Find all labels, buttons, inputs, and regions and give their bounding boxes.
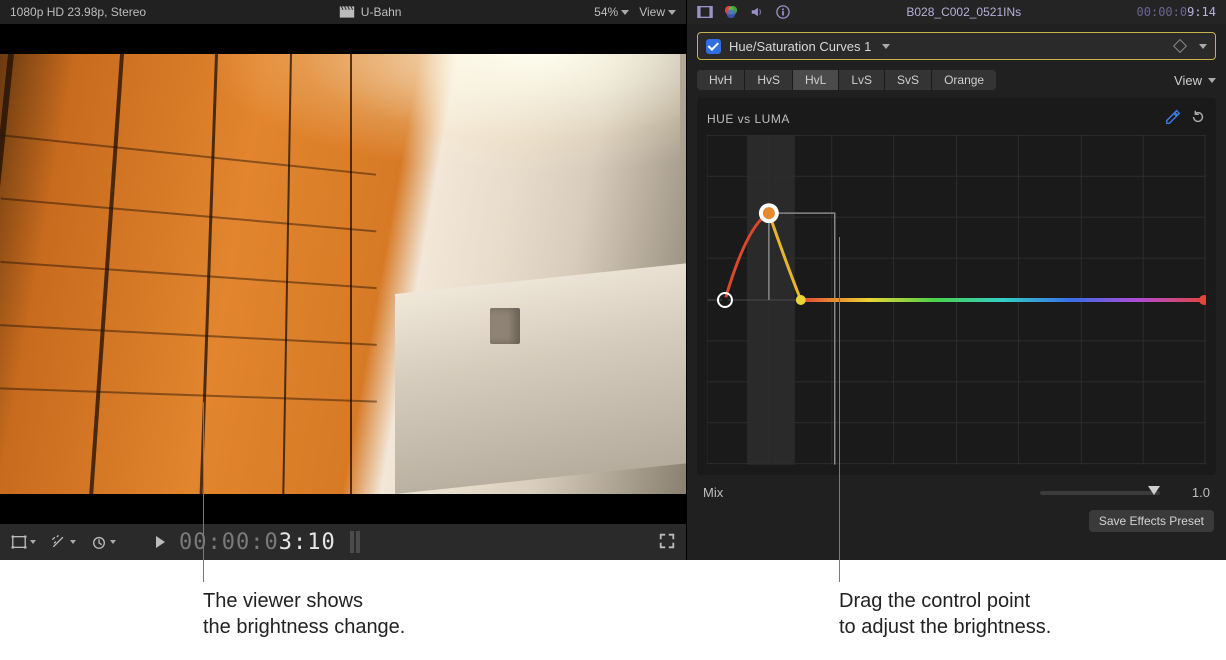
viewer-bottom-bar: 00:00:03:10 [0, 524, 686, 560]
view-dropdown[interactable]: View [639, 5, 676, 19]
chevron-down-icon [30, 540, 36, 544]
eyedropper-button[interactable] [1164, 108, 1182, 129]
chevron-down-icon [1208, 78, 1216, 83]
chevron-down-icon [668, 10, 676, 15]
curve-graph[interactable] [707, 135, 1206, 465]
chevron-down-icon[interactable] [1199, 44, 1207, 49]
mix-label: Mix [703, 485, 723, 500]
callouts: The viewer showsthe brightness change. D… [0, 560, 1226, 660]
viewer-canvas[interactable] [0, 24, 686, 524]
curve-view-dropdown[interactable]: View [1174, 73, 1216, 88]
chevron-down-icon [621, 10, 629, 15]
mix-value: 1.0 [1170, 485, 1210, 500]
inspector-timecode: 00:00:09:14 [1137, 5, 1216, 19]
mix-row: Mix 1.0 [687, 475, 1226, 506]
mix-slider[interactable] [1040, 491, 1160, 495]
curve-tabs: HvH HvS HvL LvS SvS Orange [697, 70, 996, 90]
viewer-top-bar: 1080p HD 23.98p, Stereo U-Bahn 54% View [0, 0, 686, 24]
tab-orange[interactable]: Orange [932, 70, 996, 90]
app-window: 1080p HD 23.98p, Stereo U-Bahn 54% View [0, 0, 1226, 560]
audio-meter [350, 531, 362, 553]
format-label: 1080p HD 23.98p, Stereo [10, 5, 146, 19]
effect-header[interactable]: Hue/Saturation Curves 1 [697, 32, 1216, 60]
zoom-dropdown[interactable]: 54% [594, 5, 629, 19]
curve-title: HUE vs LUMA [707, 112, 790, 126]
inspector-clip-name: B028_C002_0521INs [906, 5, 1021, 19]
callout-text-curve: Drag the control pointto adjust the brig… [839, 588, 1199, 640]
fullscreen-button[interactable] [658, 532, 676, 553]
save-effects-preset-button[interactable]: Save Effects Preset [1089, 510, 1214, 532]
curve-title-row: HUE vs LUMA [707, 108, 1206, 129]
audio-inspector-icon[interactable] [749, 5, 765, 19]
retime-tool[interactable] [90, 534, 116, 550]
chevron-down-icon [70, 540, 76, 544]
reset-button[interactable] [1190, 109, 1206, 128]
tab-hvh[interactable]: HvH [697, 70, 745, 90]
inspector-top-bar: B028_C002_0521INs 00:00:09:14 [687, 0, 1226, 24]
effect-enable-checkbox[interactable] [706, 39, 721, 54]
curve-panel: HUE vs LUMA [697, 98, 1216, 475]
slider-thumb-icon[interactable] [1148, 486, 1160, 495]
video-frame [0, 54, 686, 494]
clip-title[interactable]: U-Bahn [339, 5, 402, 19]
callout-line [203, 402, 204, 582]
effect-name: Hue/Saturation Curves 1 [729, 39, 871, 54]
curve-tab-row: HvH HvS HvL LvS SvS Orange View [687, 66, 1226, 98]
tab-hvl[interactable]: HvL [793, 70, 839, 90]
tab-lvs[interactable]: LvS [839, 70, 885, 90]
keyframe-icon[interactable] [1173, 39, 1187, 53]
clip-title-text: U-Bahn [361, 5, 402, 19]
inspector-pane: B028_C002_0521INs 00:00:09:14 Hue/Satura… [687, 0, 1226, 560]
enhance-tool[interactable] [50, 534, 76, 550]
save-row: Save Effects Preset [687, 506, 1226, 540]
callout-text-viewer: The viewer showsthe brightness change. [203, 588, 563, 640]
viewer-pane: 1080p HD 23.98p, Stereo U-Bahn 54% View [0, 0, 687, 560]
color-inspector-icon[interactable] [723, 5, 739, 19]
transform-tool[interactable] [10, 534, 36, 550]
clapper-icon [339, 5, 355, 19]
chevron-down-icon [110, 540, 116, 544]
chevron-down-icon [882, 44, 890, 49]
info-inspector-icon[interactable] [775, 5, 791, 19]
video-inspector-icon[interactable] [697, 5, 713, 19]
tab-hvs[interactable]: HvS [745, 70, 793, 90]
tab-svs[interactable]: SvS [885, 70, 932, 90]
callout-line [839, 237, 840, 582]
play-button[interactable] [156, 536, 165, 548]
